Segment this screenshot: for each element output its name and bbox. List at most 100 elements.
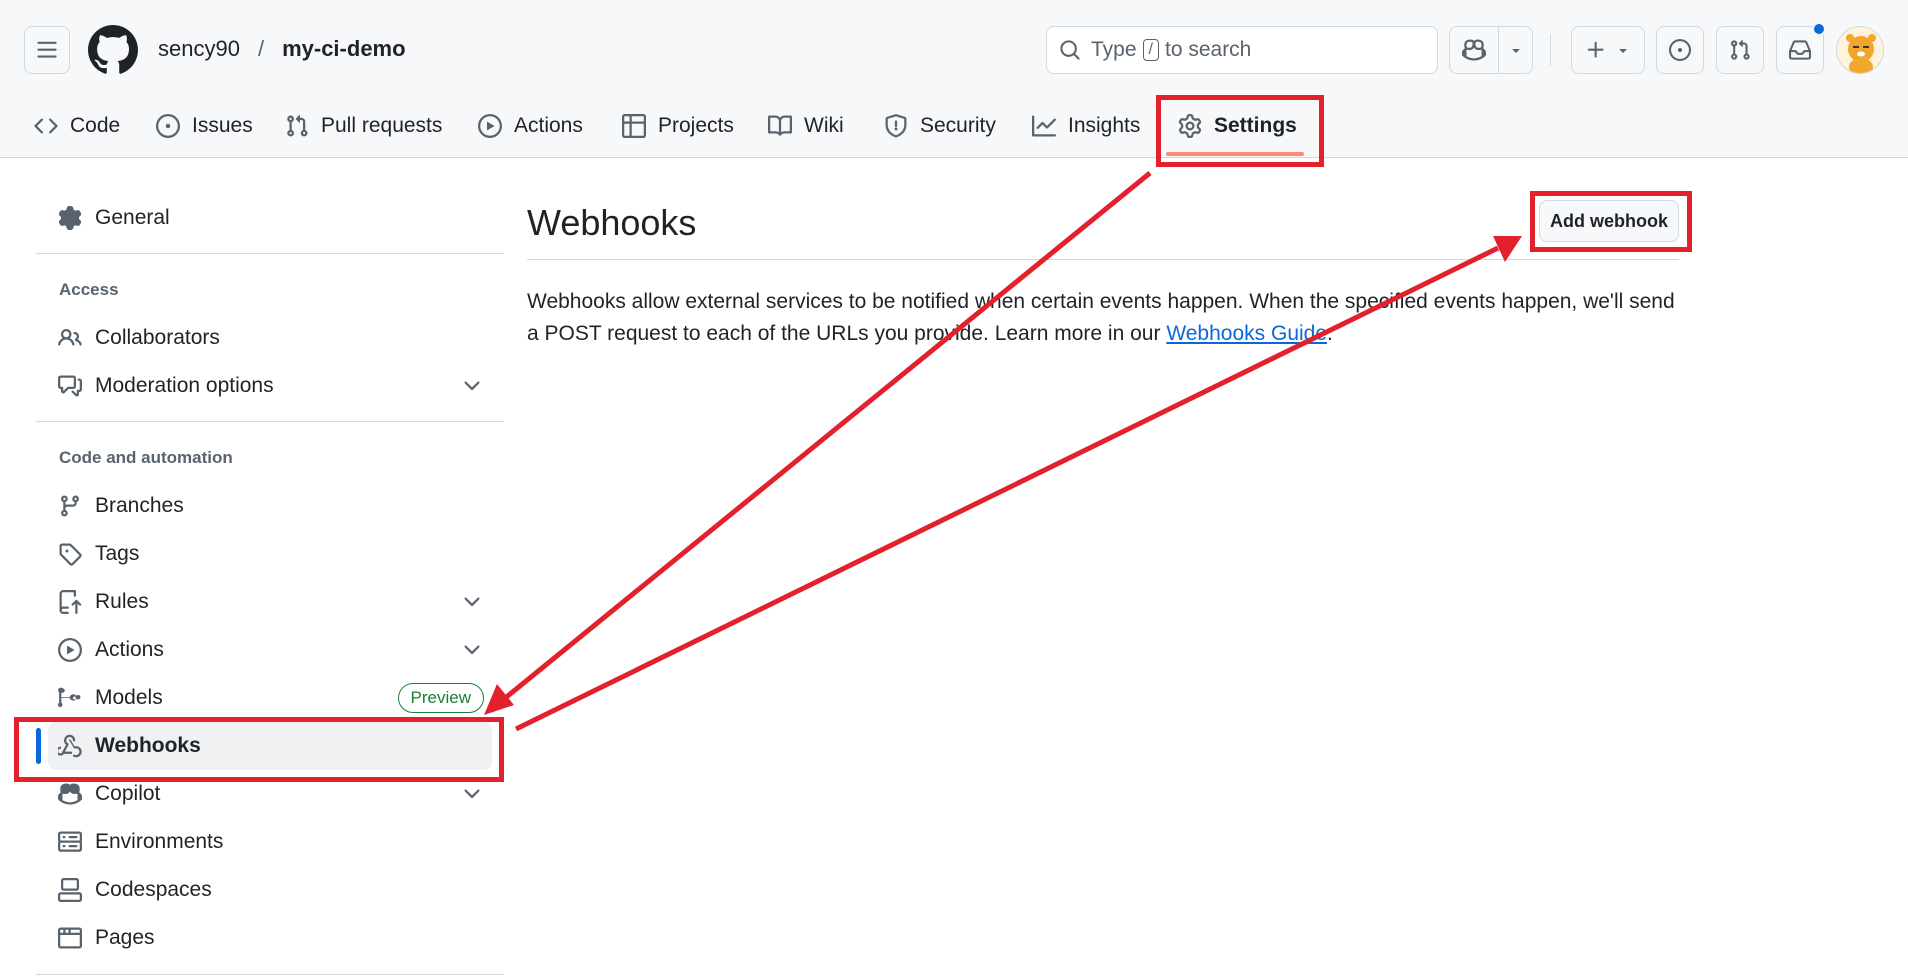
page-title: Webhooks xyxy=(527,202,697,243)
search-placeholder-prefix: Type xyxy=(1091,38,1137,61)
arrow-settings-to-webhooks xyxy=(502,171,1152,701)
play-icon xyxy=(478,114,502,138)
codespaces-icon xyxy=(58,878,82,902)
hamburger-icon xyxy=(37,41,57,58)
topbar-divider xyxy=(1550,34,1551,66)
tab-projects[interactable]: Projects xyxy=(622,106,734,146)
sidebar-item-label: Pages xyxy=(95,926,155,949)
sidebar-divider xyxy=(36,253,504,254)
annotation-box-webhooks xyxy=(14,717,504,782)
issue-icon xyxy=(156,114,180,138)
repo-header: sency90 / my-ci-demo Type / to search Co… xyxy=(0,0,1908,158)
breadcrumb: sency90 / my-ci-demo xyxy=(158,36,406,62)
tab-code[interactable]: Code xyxy=(34,106,120,146)
sidebar-item-collaborators[interactable]: Collaborators xyxy=(36,314,504,362)
tab-issues[interactable]: Issues xyxy=(156,106,253,146)
sidebar-item-label: Environments xyxy=(95,830,224,853)
play-icon xyxy=(58,638,82,662)
chevron-down-icon xyxy=(464,645,480,655)
annotation-box-settings xyxy=(1156,95,1324,167)
shield-icon xyxy=(885,114,907,138)
sidebar-item-label: General xyxy=(95,206,170,229)
sidebar-item-label: Copilot xyxy=(95,782,161,805)
repo-push-icon xyxy=(59,590,82,614)
sidebar-item-label: Rules xyxy=(95,590,149,613)
tab-actions[interactable]: Actions xyxy=(478,106,583,146)
tab-code-label: Code xyxy=(70,114,121,137)
code-icon xyxy=(34,118,58,134)
pull-requests-button[interactable] xyxy=(1716,26,1764,74)
sidebar-heading-access: Access xyxy=(59,280,119,299)
tab-wiki-label: Wiki xyxy=(804,114,844,137)
gear-icon xyxy=(58,206,82,230)
sidebar-item-branches[interactable]: Branches xyxy=(36,482,504,530)
description-line-2: a POST request to each of the URLs you p… xyxy=(527,322,1161,345)
preview-badge: Preview xyxy=(397,683,484,713)
issues-button[interactable] xyxy=(1656,26,1704,74)
sidebar-item-label: Tags xyxy=(95,542,140,565)
avatar[interactable] xyxy=(1836,26,1884,74)
github-logo-icon[interactable] xyxy=(88,25,138,75)
sidebar-item-environments[interactable]: Environments xyxy=(36,818,504,866)
repo-tabs: Code Issues Pull requests Actions Projec… xyxy=(0,100,1908,158)
people-icon xyxy=(58,328,82,346)
tab-security-label: Security xyxy=(920,114,996,137)
search-icon xyxy=(1060,40,1080,60)
pull-request-icon xyxy=(287,114,308,137)
sidebar-item-general[interactable]: General xyxy=(36,194,504,242)
sidebar-item-moderation[interactable]: Moderation options xyxy=(36,362,504,410)
browser-icon xyxy=(58,927,82,949)
sidebar-item-rules[interactable]: Rules xyxy=(36,578,504,626)
tab-wiki[interactable]: Wiki xyxy=(768,106,844,146)
tab-projects-label: Projects xyxy=(658,114,734,137)
webhooks-guide-link[interactable]: Webhooks Guide xyxy=(1166,322,1327,345)
tab-pull-requests[interactable]: Pull requests xyxy=(285,106,442,146)
create-new-button[interactable] xyxy=(1571,26,1645,74)
global-topbar: sency90 / my-ci-demo Type / to search xyxy=(0,0,1908,100)
sidebar-item-actions[interactable]: Actions xyxy=(36,626,504,674)
tab-insights-label: Insights xyxy=(1068,114,1141,137)
sidebar-divider xyxy=(36,421,504,422)
chevron-down-icon xyxy=(1619,49,1627,53)
server-icon xyxy=(58,831,82,852)
comment-discussion-icon xyxy=(58,375,82,397)
tab-insights[interactable]: Insights xyxy=(1032,106,1140,146)
user-avatar-icon xyxy=(1846,34,1876,73)
sidebar-item-pages[interactable]: Pages xyxy=(36,914,504,962)
sidebar-item-models[interactable]: Models Preview xyxy=(36,674,504,722)
sidebar-item-codespaces[interactable]: Codespaces xyxy=(36,866,504,914)
sidebar-item-label: Actions xyxy=(95,638,164,661)
sidebar-item-label: Moderation options xyxy=(95,374,274,397)
notification-indicator xyxy=(1812,22,1826,36)
search-shortcut-key: / xyxy=(1142,39,1159,61)
pull-request-icon xyxy=(1731,39,1750,60)
repo-name-link[interactable]: my-ci-demo xyxy=(282,36,405,62)
annotation-box-add-webhook xyxy=(1530,191,1692,252)
table-icon xyxy=(622,114,646,138)
webhooks-description: Webhooks allow external services to be n… xyxy=(527,286,1679,350)
sidebar-item-tags[interactable]: Tags xyxy=(36,530,504,578)
sidebar-divider xyxy=(36,974,504,975)
description-end: . xyxy=(1327,322,1333,345)
ai-model-icon xyxy=(58,687,81,707)
title-divider xyxy=(527,259,1679,260)
copilot-button[interactable] xyxy=(1449,26,1533,74)
graph-icon xyxy=(1032,115,1056,137)
chevron-down-icon xyxy=(1512,49,1520,53)
repo-owner-link[interactable]: sency90 xyxy=(158,36,240,62)
chevron-down-icon xyxy=(464,789,480,799)
chevron-down-icon xyxy=(464,597,480,607)
branch-icon xyxy=(60,495,79,517)
search-input[interactable]: Type / to search xyxy=(1046,26,1438,74)
issue-icon xyxy=(1669,39,1691,61)
sidebar-heading-code-automation: Code and automation xyxy=(59,448,233,467)
description-line-1: Webhooks allow external services to be n… xyxy=(527,290,1675,313)
tab-security[interactable]: Security xyxy=(884,106,996,146)
tab-actions-label: Actions xyxy=(514,114,583,137)
inbox-icon xyxy=(1789,40,1811,60)
sidebar-item-label: Collaborators xyxy=(95,326,220,349)
menu-button[interactable] xyxy=(24,26,70,74)
book-icon xyxy=(768,115,792,136)
plus-icon xyxy=(1587,41,1604,58)
sidebar-item-label: Codespaces xyxy=(95,878,212,901)
